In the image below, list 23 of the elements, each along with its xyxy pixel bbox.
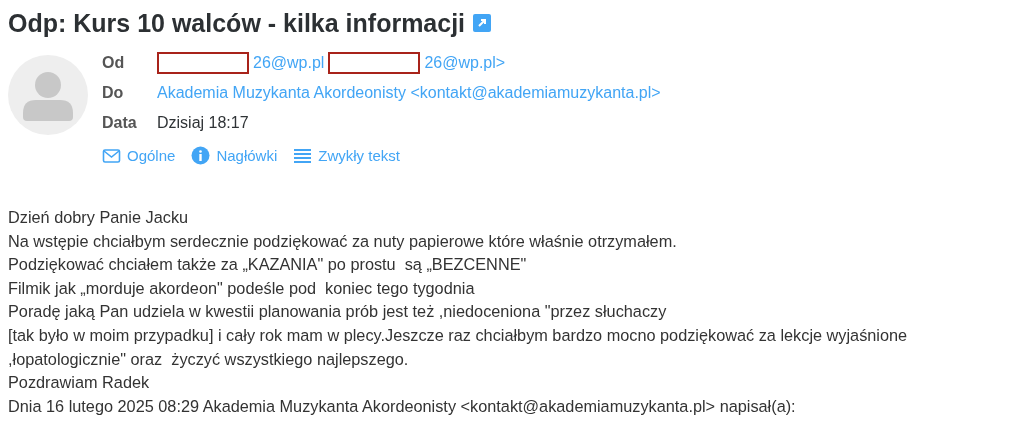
view-link[interactable]: Nagłówki [191, 145, 278, 165]
message-line: Pozdrawiam Radek [8, 372, 151, 394]
date-value: Dzisiaj 18:17 [157, 114, 249, 132]
message-line: ,łopatologicznie" oraz życzyć wszystkiego najlepszego. [8, 348, 410, 370]
sender-email[interactable]: 26@wp.pl [253, 54, 325, 72]
view-link[interactable]: Ogólne [102, 145, 176, 165]
message-line: Podziękować chciałem także za „KAZANIA" po prostu są „BEZCENNE" [8, 254, 528, 276]
recipient-link[interactable]: Akademia Muzykanta Akordeonisty <kontakt@akademiamuzykanta.pl> [157, 84, 661, 102]
message-line: Dzień dobry Panie Jacku [8, 207, 190, 228]
message-line: Filmik jak „morduje akordeon" podeśle pod koniec tego tygodnia [8, 277, 476, 299]
message-line: Na wstępie chciałbym serdecznie podziękować za nuty papierowe które właśnie otrzymałem. [8, 230, 678, 252]
field-label: Do [102, 84, 125, 102]
view-link[interactable]: Zwykły tekst [293, 145, 400, 165]
message-line: Dnia 16 lutego 2025 08:29 Akademia Muzykanta Akordeonisty <kontakt@akademiamuzykanta.pl> napisał(a): [8, 395, 797, 417]
email-subject: Odp: Kurs 10 walców - kilka informacji [8, 8, 466, 38]
message-line: Poradę jaką Pan udziela w kwestii planowania prób jest też ,niedoceniona "przez słuchaczy [8, 301, 668, 323]
sender-email[interactable]: 26@wp.pl> [424, 54, 506, 72]
message-line: [tak było w moim przypadku] i cały rok mam w plecy.Jeszcze raz chciałbym bardzo mocno podziękować za lekcje wyjaśnione [8, 324, 909, 346]
field-label: Od [102, 54, 126, 72]
avatar-icon [8, 55, 88, 135]
external-link-icon[interactable] [473, 14, 492, 32]
info-icon [191, 145, 211, 165]
field-label: Data [102, 114, 138, 132]
